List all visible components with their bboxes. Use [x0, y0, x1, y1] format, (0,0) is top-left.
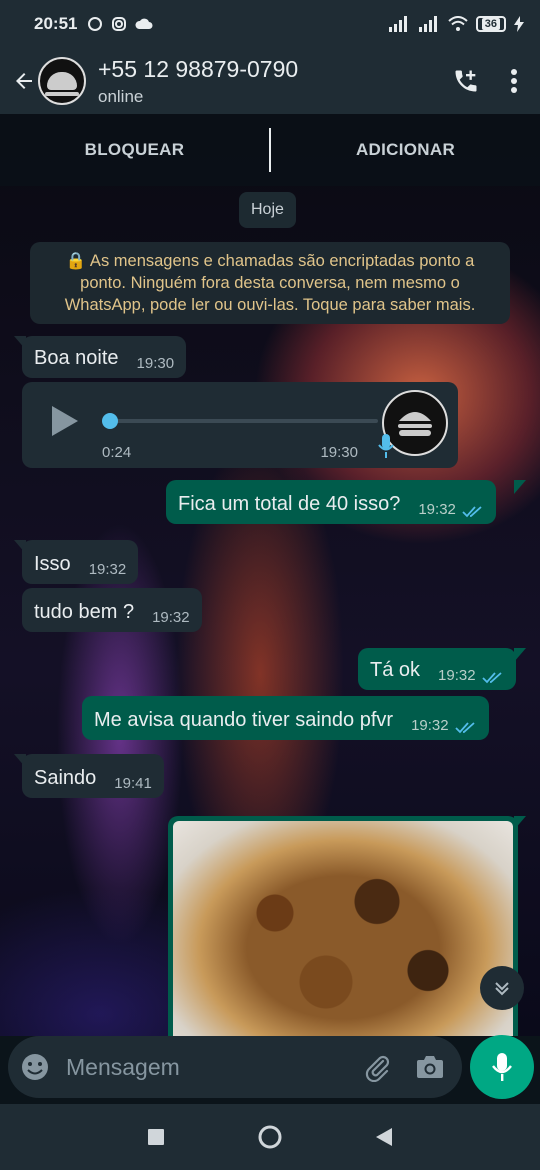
message-time: 19:32 [438, 667, 476, 684]
message-text: tudo bem ? [34, 601, 135, 623]
chat-area[interactable]: BLOQUEAR ADICIONAR Hoje 🔒 As mensagens e… [0, 114, 540, 1036]
message-incoming[interactable]: Isso 19:32 [22, 540, 139, 584]
charging-icon [514, 16, 524, 32]
message-text: Tá ok [370, 659, 421, 681]
battery-icon: 36 [475, 16, 506, 32]
signal-icon [388, 16, 407, 32]
contact-name: +55 12 98879-0790 [98, 55, 299, 82]
wifi-icon [448, 16, 468, 31]
camera-icon[interactable] [416, 1054, 444, 1080]
message-time: 19:32 [418, 501, 456, 518]
scroll-to-bottom-button[interactable] [480, 966, 524, 1010]
contact-avatar[interactable] [38, 57, 86, 105]
burger-logo-icon [398, 412, 432, 436]
mic-icon [378, 434, 394, 458]
message-time: 19:32 [88, 561, 127, 578]
burger-logo-icon [45, 72, 79, 96]
message-input-container[interactable]: Mensagem [8, 1036, 462, 1098]
home-icon[interactable] [257, 1124, 283, 1150]
read-ticks-icon [454, 722, 475, 734]
message-outgoing[interactable]: Fica um total de 40 isso? 19:32 [166, 480, 496, 524]
message-outgoing[interactable]: Me avisa quando tiver saindo pfvr 19:32 [82, 696, 489, 740]
cloud-icon [135, 18, 153, 29]
emoji-icon[interactable] [20, 1052, 50, 1082]
message-time: 19:32 [152, 609, 190, 626]
message-text: Boa noite [34, 347, 119, 369]
voice-record-button[interactable] [470, 1035, 534, 1099]
bubble-tail [514, 816, 526, 830]
chat-header: +55 12 98879-0790 online [0, 48, 540, 114]
encryption-notice[interactable]: 🔒 As mensagens e chamadas são encriptada… [30, 242, 510, 324]
voice-progress-handle[interactable] [102, 413, 118, 429]
more-vert-icon[interactable] [510, 68, 518, 94]
bubble-tail [514, 480, 526, 494]
back-button[interactable] [6, 63, 42, 99]
back-nav-icon[interactable] [375, 1127, 393, 1147]
message-outgoing[interactable]: Tá ok 19:32 [358, 648, 516, 690]
message-time: 19:30 [320, 444, 358, 461]
message-text: Saindo [34, 767, 97, 789]
block-button[interactable]: BLOQUEAR [0, 114, 269, 186]
image-message[interactable] [168, 816, 518, 1036]
read-ticks-icon [462, 506, 482, 518]
message-text: Fica um total de 40 isso? [178, 493, 401, 515]
attach-icon[interactable] [362, 1052, 392, 1082]
notification-icons [87, 16, 153, 32]
message-incoming[interactable]: Boa noite 19:30 [22, 336, 187, 378]
message-time: 19:30 [136, 355, 175, 372]
signal-icon-2 [418, 16, 437, 32]
play-icon[interactable] [50, 404, 80, 438]
message-incoming[interactable]: Saindo 19:41 [22, 754, 164, 798]
voice-progress-track[interactable] [110, 419, 378, 423]
bubble-tail [514, 648, 526, 662]
add-contact-button[interactable]: ADICIONAR [271, 114, 540, 186]
back-arrow-icon [16, 73, 32, 89]
composer-bar: Mensagem [0, 1035, 540, 1104]
unknown-contact-actions: BLOQUEAR ADICIONAR [0, 114, 540, 186]
contact-info[interactable]: +55 12 98879-0790 online [98, 56, 298, 107]
system-nav-bar [0, 1104, 540, 1170]
message-input[interactable]: Mensagem [66, 1054, 362, 1081]
system-indicators: 36 [388, 16, 524, 32]
mic-icon [492, 1053, 512, 1081]
message-text: Me avisa quando tiver saindo pfvr [94, 709, 394, 731]
status-time: 20:51 [34, 14, 78, 33]
date-chip: Hoje [239, 192, 296, 228]
message-incoming[interactable]: tudo bem ? 19:32 [22, 588, 202, 632]
instagram-notif-icon [112, 17, 127, 31]
contact-status: online [98, 86, 144, 106]
read-ticks-icon [481, 672, 502, 684]
status-bar: 20:51 36 [0, 0, 540, 48]
message-time: 19:41 [114, 775, 152, 792]
food-photo[interactable] [173, 821, 513, 1036]
voice-message[interactable]: 0:24 19:30 [22, 382, 458, 468]
whatsapp-notif-icon [88, 17, 103, 31]
add-call-icon[interactable] [452, 67, 480, 95]
recents-icon[interactable] [147, 1128, 165, 1146]
message-text: Isso [34, 553, 71, 575]
message-time: 19:32 [411, 717, 449, 734]
chevron-down-icon [495, 982, 509, 996]
voice-duration: 0:24 [102, 444, 132, 461]
